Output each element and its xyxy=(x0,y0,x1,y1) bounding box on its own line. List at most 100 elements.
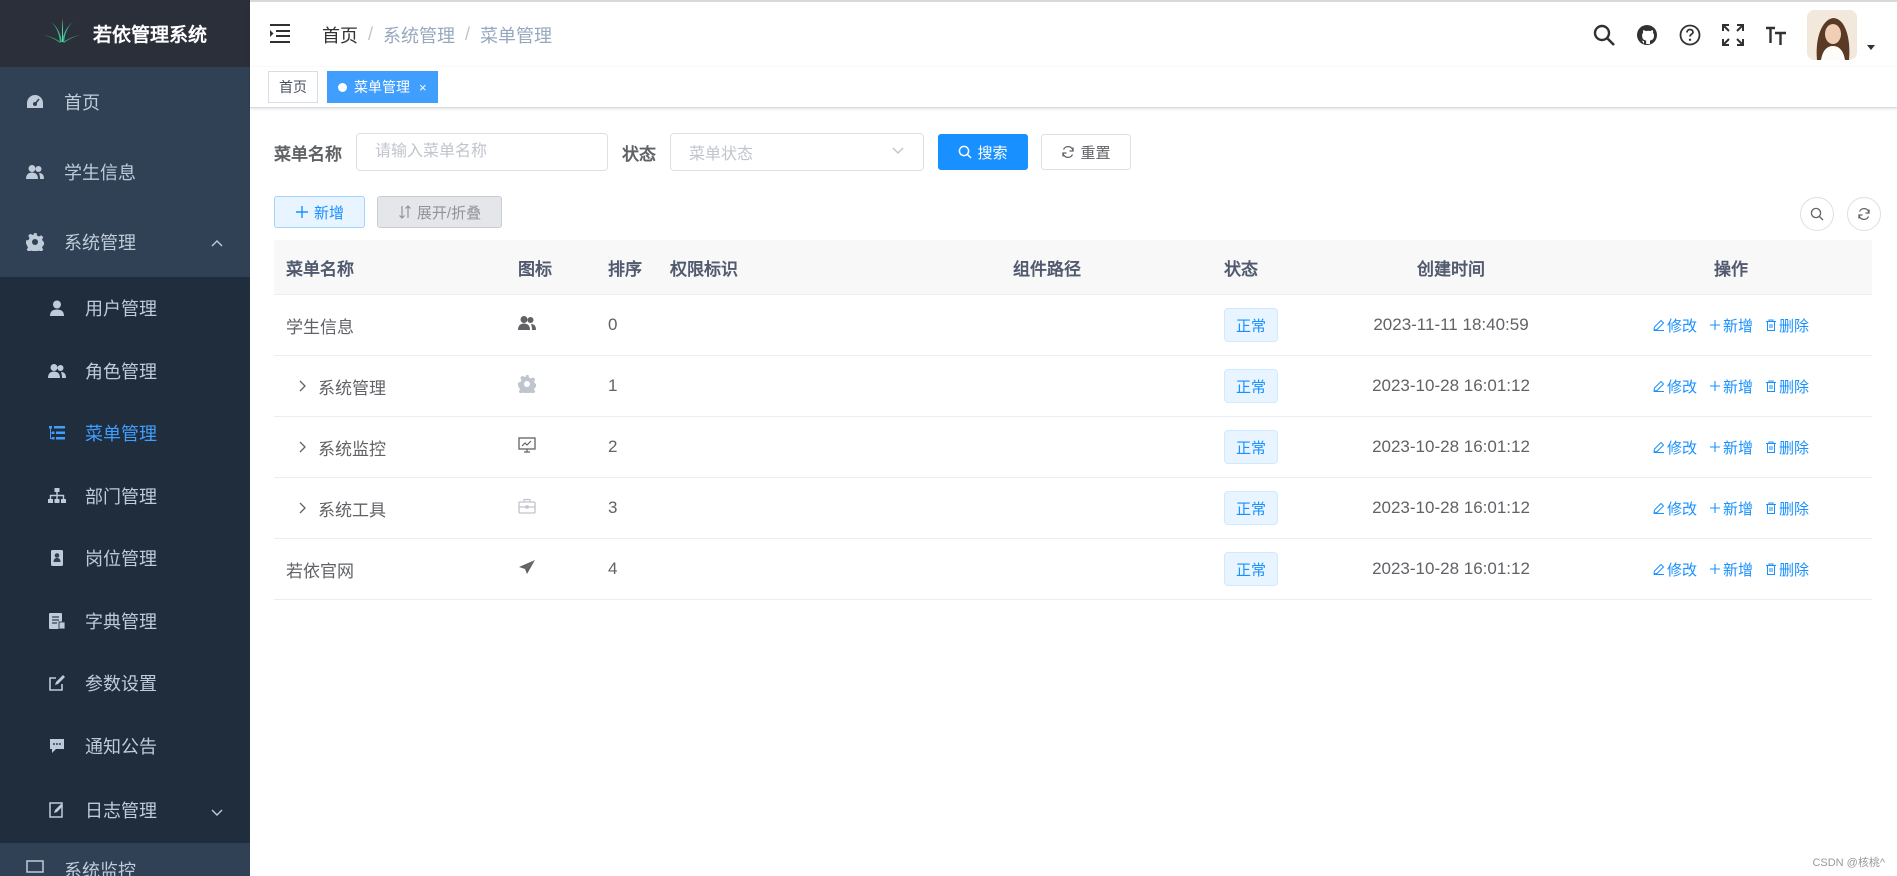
breadcrumb-home[interactable]: 首页 xyxy=(322,22,358,48)
menu-item-home[interactable]: 首页 xyxy=(0,67,250,137)
add-child-button[interactable]: 新增 xyxy=(1709,559,1753,580)
plus-icon xyxy=(295,206,308,218)
status-select[interactable]: 菜单状态 xyxy=(670,133,924,171)
close-icon[interactable]: × xyxy=(419,80,427,95)
status-label: 状态 xyxy=(622,144,656,164)
monitor-icon xyxy=(518,436,536,458)
sidebar-item-label: 部门管理 xyxy=(85,486,157,507)
delete-button[interactable]: 删除 xyxy=(1765,437,1809,458)
delete-button[interactable]: 删除 xyxy=(1765,376,1809,397)
sidebar-item-log[interactable]: 日志管理 xyxy=(0,777,250,843)
logo[interactable]: 若依管理系统 xyxy=(0,0,250,67)
refresh-icon xyxy=(1858,207,1870,221)
column-header: 创建时间 xyxy=(1417,259,1485,279)
sidebar-item-menu[interactable]: 菜单管理 xyxy=(0,402,250,465)
delete-label: 删除 xyxy=(1779,378,1810,396)
navbar: 首页 / 系统管理 / 菜单管理 xyxy=(250,0,1897,67)
add-child-button[interactable]: 新增 xyxy=(1709,376,1753,397)
sidebar: 若依管理系统 首页 学生信息 系统管理 用户管理 角色管理 菜单管理 部门管理 … xyxy=(0,0,250,876)
chevron-right-icon[interactable] xyxy=(294,500,310,516)
sidebar-item-user[interactable]: 用户管理 xyxy=(0,277,250,340)
tag-menu-management[interactable]: 菜单管理 × xyxy=(327,71,438,103)
menu-item-students[interactable]: 学生信息 xyxy=(0,137,250,207)
plus-icon xyxy=(1709,381,1720,391)
order-cell: 2 xyxy=(608,437,618,456)
sidebar-item-notice[interactable]: 通知公告 xyxy=(0,715,250,778)
edit-label: 修改 xyxy=(1666,378,1697,396)
font-size-icon[interactable] xyxy=(1764,23,1788,47)
add-button[interactable]: 新增 xyxy=(274,196,365,228)
table-row[interactable]: 系统工具 3 正常 2023-10-28 16:01:12 修改 新增 删除 xyxy=(274,478,1872,539)
chevron-right-icon[interactable] xyxy=(294,439,310,455)
sidebar-item-dept[interactable]: 部门管理 xyxy=(0,465,250,528)
add-child-button[interactable]: 新增 xyxy=(1709,498,1753,519)
sidebar-item-post[interactable]: 岗位管理 xyxy=(0,527,250,590)
menu-item-system[interactable]: 系统管理 xyxy=(0,207,250,277)
status-badge: 正常 xyxy=(1224,430,1279,464)
delete-button[interactable]: 删除 xyxy=(1765,315,1809,336)
log-icon xyxy=(47,800,67,820)
delete-button[interactable]: 删除 xyxy=(1765,559,1809,580)
tag-home[interactable]: 首页 xyxy=(268,71,318,103)
menu-item-monitor[interactable]: 系统监控 xyxy=(0,843,250,876)
sidebar-item-label: 岗位管理 xyxy=(85,549,157,570)
edit-button[interactable]: 修改 xyxy=(1653,315,1697,336)
delete-label: 删除 xyxy=(1779,439,1810,457)
add-label: 新增 xyxy=(1722,439,1753,457)
edit-label: 修改 xyxy=(1666,561,1697,579)
menu-name-cell: 学生信息 xyxy=(286,317,354,337)
edit-button[interactable]: 修改 xyxy=(1653,559,1697,580)
user-icon xyxy=(47,298,67,318)
status-select-placeholder: 菜单状态 xyxy=(689,146,754,163)
right-menu xyxy=(1592,2,1897,67)
peoples-icon xyxy=(24,161,46,183)
table-row[interactable]: 系统监控 2 正常 2023-10-28 16:01:12 修改 新增 删除 xyxy=(274,417,1872,478)
table-row[interactable]: 系统管理 1 正常 2023-10-28 16:01:12 修改 新增 删除 xyxy=(274,356,1872,417)
created-time-cell: 2023-10-28 16:01:12 xyxy=(1372,437,1530,456)
add-child-button[interactable]: 新增 xyxy=(1709,315,1753,336)
fullscreen-icon[interactable] xyxy=(1721,23,1745,47)
active-dot-icon xyxy=(338,82,347,92)
tags-view: 首页 菜单管理 × xyxy=(250,67,1897,108)
reset-button-label: 重置 xyxy=(1080,144,1111,162)
edit-icon xyxy=(1653,441,1665,453)
question-icon[interactable] xyxy=(1678,23,1702,47)
breadcrumb: 首页 / 系统管理 / 菜单管理 xyxy=(322,2,552,67)
peoples-icon xyxy=(518,315,536,336)
search-button[interactable]: 搜索 xyxy=(938,134,1028,170)
sidebar-item-dict[interactable]: 字典管理 xyxy=(0,590,250,653)
tag-label: 首页 xyxy=(279,79,307,95)
delete-button[interactable]: 删除 xyxy=(1765,498,1809,519)
breadcrumb-separator: / xyxy=(368,24,374,44)
menu-name-cell: 若依官网 xyxy=(286,561,354,581)
reset-button[interactable]: 重置 xyxy=(1041,134,1131,170)
chevron-right-icon[interactable] xyxy=(294,378,310,394)
sidebar-item-config[interactable]: 参数设置 xyxy=(0,652,250,715)
sidebar-item-label: 角色管理 xyxy=(85,361,157,382)
hamburger-icon[interactable] xyxy=(270,23,292,45)
edit-button[interactable]: 修改 xyxy=(1653,498,1697,519)
table-row[interactable]: 学生信息 0 正常 2023-11-11 18:40:59 修改 新增 删除 xyxy=(274,295,1872,356)
delete-icon xyxy=(1766,502,1776,514)
delete-label: 删除 xyxy=(1779,317,1810,335)
column-header: 状态 xyxy=(1224,259,1258,279)
edit-button[interactable]: 修改 xyxy=(1653,437,1697,458)
sidebar-item-label: 用户管理 xyxy=(85,299,157,320)
refresh-button[interactable] xyxy=(1847,197,1881,231)
toggle-search-button[interactable] xyxy=(1800,197,1834,231)
sidebar-item-role[interactable]: 角色管理 xyxy=(0,340,250,403)
github-icon[interactable] xyxy=(1635,23,1659,47)
menu-name-input[interactable] xyxy=(356,133,608,171)
table-row[interactable]: 若依官网 4 正常 2023-10-28 16:01:12 修改 新增 删除 xyxy=(274,539,1872,600)
add-child-button[interactable]: 新增 xyxy=(1709,437,1753,458)
delete-icon xyxy=(1766,380,1776,392)
edit-button[interactable]: 修改 xyxy=(1653,376,1697,397)
peoples-icon xyxy=(47,361,67,381)
expand-collapse-button[interactable]: 展开/折叠 xyxy=(377,196,502,228)
watermark: CSDN @核桃^ xyxy=(1812,857,1885,869)
caret-down-icon[interactable] xyxy=(1865,40,1877,52)
search-icon[interactable] xyxy=(1592,23,1616,47)
avatar[interactable] xyxy=(1807,9,1857,60)
column-header: 权限标识 xyxy=(670,259,738,279)
edit-label: 修改 xyxy=(1666,317,1697,335)
